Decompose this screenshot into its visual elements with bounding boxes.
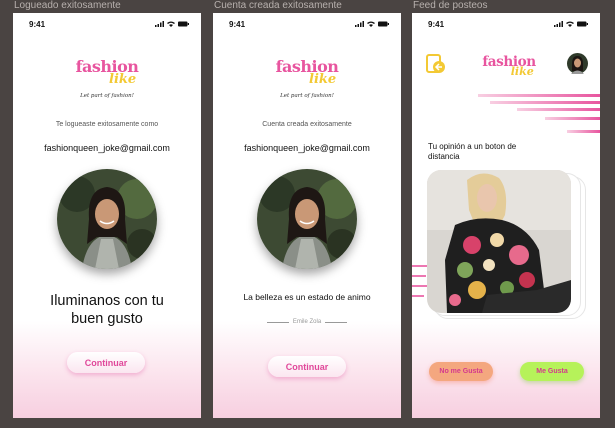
- screen-feed: 9:41 fashion like Tu opinión a un boton …: [412, 13, 600, 418]
- wifi-icon: [167, 21, 175, 27]
- post-card[interactable]: [427, 170, 571, 313]
- status-bar: 9:41: [213, 13, 401, 35]
- logo-slogan: Let part of fashion!: [80, 93, 134, 99]
- frame-title-account: Cuenta creada exitosamente: [214, 0, 342, 11]
- status-time: 9:41: [229, 19, 246, 29]
- signal-icon: [554, 21, 563, 27]
- decor-stripe: [517, 108, 600, 111]
- frame-title-feed: Feed de posteos: [413, 0, 488, 11]
- quote-author-name: Emile Zola: [292, 319, 322, 325]
- status-time: 9:41: [428, 19, 445, 29]
- battery-icon: [178, 21, 189, 27]
- like-button[interactable]: Me Gusta: [520, 362, 584, 381]
- continue-button[interactable]: Continuar: [268, 356, 346, 377]
- user-email: fashionqueen_joke@gmail.com: [244, 143, 370, 153]
- feed-prompt: Tu opinión a un boton de distancia: [428, 142, 517, 161]
- continue-button[interactable]: Continuar: [67, 352, 145, 373]
- dislike-button[interactable]: No me Gusta: [429, 362, 493, 381]
- logo-word-like: like: [109, 72, 137, 87]
- wifi-icon: [566, 21, 574, 27]
- fashion-like-logo: fashion like: [479, 53, 539, 96]
- battery-icon: [577, 21, 588, 27]
- avatar[interactable]: [567, 53, 588, 74]
- user-email: fashionqueen_joke@gmail.com: [44, 143, 170, 153]
- logout-icon[interactable]: [425, 53, 447, 75]
- screen-account-created: 9:41 fashion like Let part of fashion! C…: [213, 13, 401, 418]
- logo-slogan: Let part of fashion!: [280, 93, 334, 99]
- screen-login-success: 9:41 fashion like Let part of fashion! T…: [13, 13, 201, 418]
- decor-stripe: [545, 117, 600, 120]
- frame-title-login: Logueado exitosamente: [14, 0, 121, 11]
- profile-photo: [257, 169, 357, 269]
- status-time: 9:41: [29, 19, 46, 29]
- post-photo: [427, 170, 571, 313]
- account-caption: Cuenta creada exitosamente: [262, 121, 352, 128]
- login-caption: Te logueaste exitosamente como: [55, 121, 159, 128]
- status-bar: 9:41: [412, 13, 600, 35]
- decor-stripe: [490, 101, 600, 104]
- beauty-quote: La belleza es un estado de animo: [243, 292, 371, 302]
- status-bar: 9:41: [13, 13, 201, 35]
- fashion-like-logo: fashion like Let part of fashion!: [272, 57, 342, 107]
- quote-author: Emile Zola: [213, 319, 401, 325]
- logo-word-like: like: [510, 65, 534, 79]
- headline: Iluminanos con tu buen gusto: [50, 293, 164, 327]
- logo-word-like: like: [309, 72, 337, 87]
- fashion-like-logo: fashion like Let part of fashion!: [72, 57, 142, 107]
- profile-photo: [57, 169, 157, 269]
- decor-stripe: [567, 130, 600, 133]
- battery-icon: [378, 21, 389, 27]
- signal-icon: [155, 21, 164, 27]
- signal-icon: [355, 21, 364, 27]
- wifi-icon: [367, 21, 375, 27]
- decor-stripe: [478, 94, 600, 97]
